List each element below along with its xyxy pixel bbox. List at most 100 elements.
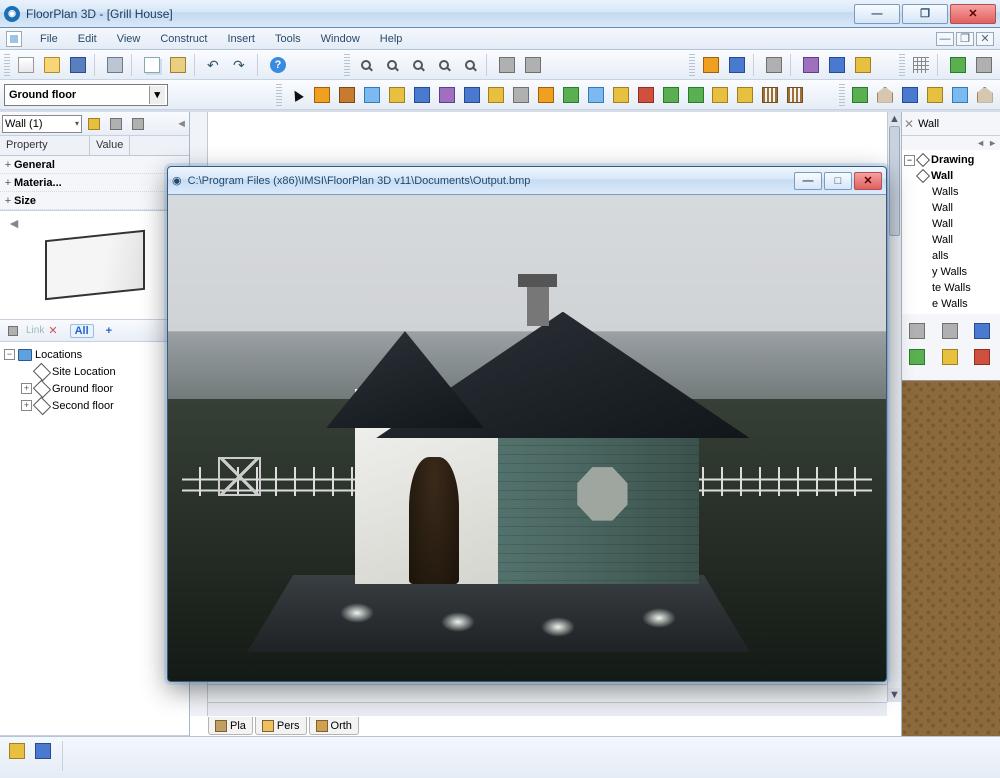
window-maximize-button[interactable]: ❐: [902, 4, 948, 24]
save-button[interactable]: [66, 53, 90, 77]
grid-button[interactable]: [909, 53, 933, 77]
horizontal-scrollbar[interactable]: [208, 702, 887, 716]
menu-window[interactable]: Window: [311, 31, 370, 47]
menu-view[interactable]: View: [107, 31, 151, 47]
pan-button[interactable]: [495, 53, 519, 77]
menu-insert[interactable]: Insert: [217, 31, 265, 47]
render-maximize-button[interactable]: □: [824, 172, 852, 190]
zoom-window-button[interactable]: [406, 53, 430, 77]
wall-tool[interactable]: [311, 83, 334, 107]
tree-item[interactable]: Wall: [904, 200, 998, 216]
tree-item[interactable]: alls: [904, 248, 998, 264]
tree-item[interactable]: Wall: [904, 232, 998, 248]
walk-button[interactable]: [762, 53, 786, 77]
render-button[interactable]: [799, 53, 823, 77]
roof-tool[interactable]: [535, 83, 558, 107]
floor-selector[interactable]: Ground floor ▾: [4, 84, 168, 106]
tree-root-locations[interactable]: − Locations: [2, 346, 187, 363]
redo-button[interactable]: [229, 53, 253, 77]
wizard-deck-button[interactable]: [923, 83, 946, 107]
mat-tool-5[interactable]: [937, 346, 963, 368]
prop-group-general[interactable]: +General: [0, 156, 189, 174]
window-close-button[interactable]: ✕: [950, 4, 996, 24]
prop-filter-button[interactable]: [106, 115, 126, 133]
tab-ortho[interactable]: Orth: [309, 717, 359, 735]
copy-button[interactable]: [140, 53, 164, 77]
toolbar-grip[interactable]: [344, 54, 350, 76]
column-tool[interactable]: [435, 83, 458, 107]
slab-tool[interactable]: [485, 83, 508, 107]
fence-tool[interactable]: [759, 83, 782, 107]
wizard-bath-button[interactable]: [973, 83, 996, 107]
materials-button[interactable]: [825, 53, 849, 77]
arrow-right-icon[interactable]: ►: [988, 138, 997, 148]
tab-perspective[interactable]: Pers: [255, 717, 307, 735]
camera-tool[interactable]: [510, 83, 533, 107]
tab-plan[interactable]: Pla: [208, 717, 253, 735]
status-tool-2[interactable]: [32, 741, 54, 761]
zoom-selection-button[interactable]: [458, 53, 482, 77]
wizard-roof-button[interactable]: [899, 83, 922, 107]
mat-tool-1[interactable]: [904, 320, 930, 342]
prop-more-button[interactable]: [128, 115, 148, 133]
beam-tool[interactable]: [460, 83, 483, 107]
toolbar-grip[interactable]: [839, 84, 845, 106]
tree-item-site[interactable]: Site Location: [2, 363, 187, 380]
menu-edit[interactable]: Edit: [68, 31, 107, 47]
status-tool-1[interactable]: [6, 741, 28, 761]
menu-help[interactable]: Help: [370, 31, 413, 47]
print-button[interactable]: [103, 53, 127, 77]
menu-file[interactable]: File: [30, 31, 68, 47]
layers-button[interactable]: [851, 53, 875, 77]
zoom-extents-button[interactable]: [432, 53, 456, 77]
light-tool[interactable]: [684, 83, 707, 107]
arrow-left-icon[interactable]: ◄: [976, 138, 985, 148]
mat-tool-2[interactable]: [937, 320, 963, 342]
electrical-tool[interactable]: [709, 83, 732, 107]
render-window-titlebar[interactable]: ◉ C:\Program Files (x86)\IMSI\FloorPlan …: [168, 167, 886, 195]
furniture-tool[interactable]: [609, 83, 632, 107]
opening-tool[interactable]: [385, 83, 408, 107]
help-button[interactable]: ?: [266, 53, 290, 77]
mat-tool-6[interactable]: [969, 346, 995, 368]
wizard-house-button[interactable]: [849, 83, 872, 107]
mdi-minimize-button[interactable]: —: [936, 32, 954, 46]
mat-tool-4[interactable]: [904, 346, 930, 368]
appliance-tool[interactable]: [634, 83, 657, 107]
path-tool[interactable]: [585, 83, 608, 107]
tree-item[interactable]: Walls: [904, 184, 998, 200]
render-close-button[interactable]: ✕: [854, 172, 882, 190]
deck-tool[interactable]: [784, 83, 807, 107]
select-all-button[interactable]: All: [70, 324, 94, 338]
material-preview[interactable]: [902, 380, 1000, 736]
dimension-tool[interactable]: [734, 83, 757, 107]
tree-item[interactable]: e Walls: [904, 296, 998, 312]
render-output-window[interactable]: ◉ C:\Program Files (x86)\IMSI\FloorPlan …: [167, 166, 887, 682]
window-minimize-button[interactable]: —: [854, 4, 900, 24]
orbit-button[interactable]: [521, 53, 545, 77]
door-tool[interactable]: [336, 83, 359, 107]
prop-group-material[interactable]: +Materia...: [0, 174, 189, 192]
scroll-down-icon[interactable]: ▼: [888, 688, 901, 702]
scroll-thumb[interactable]: [889, 126, 900, 236]
zoom-in-button[interactable]: [354, 53, 378, 77]
column-property[interactable]: Property: [0, 136, 90, 155]
tree-item[interactable]: y Walls: [904, 264, 998, 280]
zoom-out-button[interactable]: [380, 53, 404, 77]
tree-wall-group[interactable]: Wall: [904, 168, 998, 184]
undo-button[interactable]: [203, 53, 227, 77]
menu-construct[interactable]: Construct: [150, 31, 217, 47]
scroll-up-icon[interactable]: ▲: [888, 112, 901, 126]
vertical-scrollbar[interactable]: ▲ ▼: [887, 112, 901, 702]
toolbar-grip[interactable]: [4, 54, 10, 76]
terrain-tool[interactable]: [560, 83, 583, 107]
stairs-tool[interactable]: [410, 83, 433, 107]
delete-icon[interactable]: ✕: [48, 324, 57, 337]
toolbar-grip[interactable]: [276, 84, 282, 106]
tree-item[interactable]: te Walls: [904, 280, 998, 296]
tree-drawing[interactable]: − Drawing: [904, 152, 998, 168]
mdi-restore-button[interactable]: ❐: [956, 32, 974, 46]
tree-item[interactable]: Wall: [904, 216, 998, 232]
open-button[interactable]: [40, 53, 64, 77]
wizard-kitchen-button[interactable]: [948, 83, 971, 107]
